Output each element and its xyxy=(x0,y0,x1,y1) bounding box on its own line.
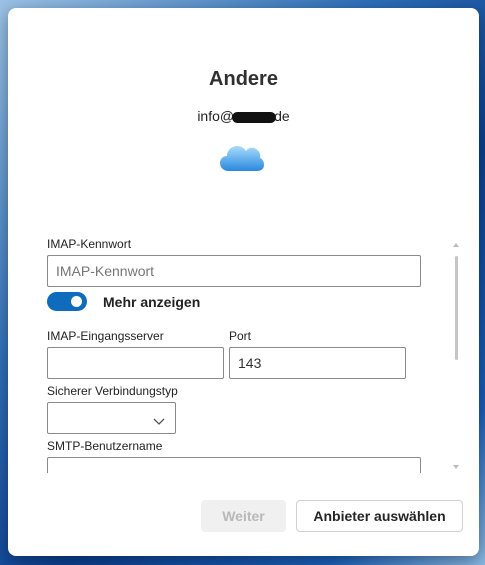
scroll-down-arrow-icon[interactable] xyxy=(451,458,461,469)
email-prefix: info@ xyxy=(197,108,235,124)
scroll-thumb[interactable] xyxy=(455,256,458,360)
email-suffix: de xyxy=(274,108,290,124)
toggle-knob xyxy=(71,296,82,307)
dialog-title: Andere xyxy=(209,68,278,90)
imap-password-label: IMAP-Kennwort xyxy=(47,237,132,251)
show-more-label: Mehr anzeigen xyxy=(103,294,201,310)
chevron-down-icon xyxy=(153,413,165,431)
redaction-mark xyxy=(232,111,277,123)
smtp-username-input[interactable] xyxy=(47,457,421,473)
smtp-username-label: SMTP-Benutzername xyxy=(47,439,163,453)
imap-server-label: IMAP-Eingangsserver xyxy=(47,329,164,343)
form-scroll-area[interactable]: IMAP-Kennwort Mehr anzeigen IMAP-Eingang… xyxy=(46,228,426,473)
connection-type-select[interactable] xyxy=(47,402,176,434)
imap-password-input[interactable] xyxy=(47,255,421,287)
cloud-icon xyxy=(219,142,265,177)
account-dialog: Andere info@ de IMAP-Kennwort Mehr anzeig… xyxy=(8,8,479,556)
imap-server-input[interactable] xyxy=(47,347,224,379)
port-input[interactable] xyxy=(229,347,406,379)
scroll-up-arrow-icon[interactable] xyxy=(451,236,461,247)
connection-type-label: Sicherer Verbindungstyp xyxy=(47,384,178,398)
next-button[interactable]: Weiter xyxy=(201,500,286,532)
choose-provider-button[interactable]: Anbieter auswählen xyxy=(296,500,463,532)
form-scrollbar[interactable] xyxy=(451,236,461,472)
show-more-toggle[interactable] xyxy=(47,292,87,311)
port-label: Port xyxy=(229,329,252,343)
account-email: info@ de xyxy=(8,108,479,124)
